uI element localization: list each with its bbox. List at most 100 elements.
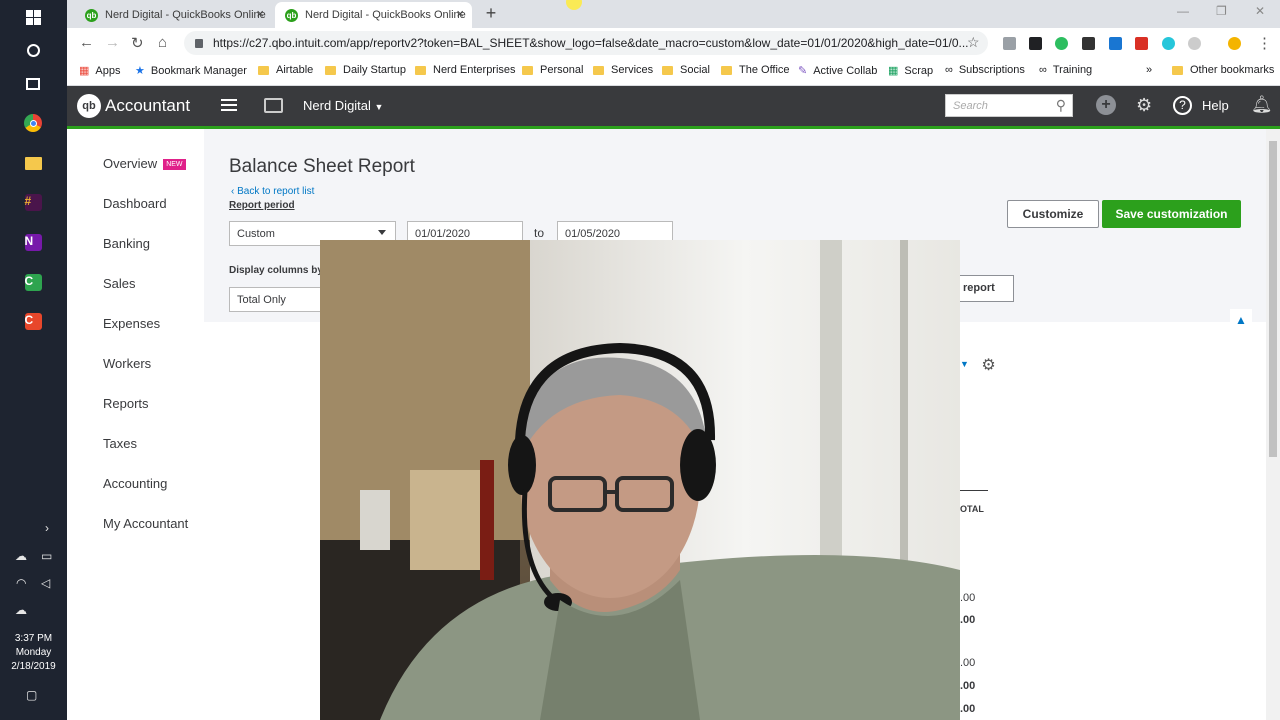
notifications-icon[interactable]: ▢ — [26, 688, 37, 702]
bookmark-training[interactable]: ∞ Training — [1039, 64, 1092, 76]
bookmark-apps[interactable]: ▦ Apps — [79, 64, 120, 78]
camtasia-recorder-icon[interactable]: C — [23, 311, 43, 331]
search-input[interactable]: Search ⚲ — [945, 94, 1073, 117]
forward-icon[interactable]: → — [105, 34, 120, 51]
cortana-icon[interactable] — [23, 40, 43, 60]
nav-taxes[interactable]: Taxes — [103, 436, 137, 451]
browser-tab-1[interactable]: qb Nerd Digital - QuickBooks Online × — [75, 2, 272, 28]
bookmark-star-icon[interactable]: ☆ — [967, 34, 980, 51]
task-view-icon[interactable] — [23, 74, 43, 94]
report-settings-gear-icon[interactable]: ⚙ — [981, 357, 995, 374]
new-tab-button[interactable]: + — [481, 4, 501, 24]
wifi-icon[interactable]: ◠ — [16, 576, 26, 590]
caret-down-icon[interactable]: ▼ — [960, 359, 969, 369]
nav-expenses[interactable]: Expenses — [103, 316, 160, 331]
chevron-left-icon: ‹ — [231, 186, 235, 197]
bookmark-subscriptions[interactable]: ∞ Subscriptions — [945, 64, 1025, 76]
bookmark-personal[interactable]: Personal — [522, 64, 583, 76]
bookmark-services[interactable]: Services — [593, 64, 653, 76]
nav-workers[interactable]: Workers — [103, 356, 151, 371]
home-icon[interactable]: ⌂ — [158, 34, 167, 51]
profile-avatar[interactable] — [1228, 37, 1241, 50]
back-icon[interactable]: ← — [79, 34, 94, 51]
amount-cell: .00 — [960, 703, 976, 715]
chevron-right-icon[interactable]: › — [45, 521, 49, 535]
search-icon[interactable]: ⚲ — [1056, 97, 1066, 114]
active-collab-icon: ✎ — [798, 65, 808, 77]
system-clock[interactable]: 3:37 PM Monday 2/18/2019 — [0, 632, 67, 674]
report-tools: ▼ ⚙ — [960, 355, 996, 375]
nav-sales[interactable]: Sales — [103, 276, 136, 291]
quickbooks-favicon-icon: qb — [285, 8, 298, 22]
bookmarks-overflow[interactable]: » — [1146, 64, 1152, 76]
nav-reports[interactable]: Reports — [103, 396, 149, 411]
chrome-menu-icon[interactable]: ⋮ — [1257, 34, 1272, 52]
onenote-icon[interactable]: N — [23, 232, 43, 252]
volume-icon[interactable]: ◁ — [41, 576, 50, 590]
select-value: Total Only — [237, 294, 286, 306]
nav-overview[interactable]: Overview NEW — [103, 156, 186, 171]
camtasia-icon[interactable]: C — [23, 272, 43, 292]
onedrive-icon[interactable]: ☁ — [15, 549, 27, 563]
briefcase-icon[interactable] — [264, 98, 283, 113]
bookmark-the-office[interactable]: The Office — [721, 64, 790, 76]
bookmark-other[interactable]: Other bookmarks — [1172, 64, 1274, 76]
customize-button[interactable]: Customize — [1007, 200, 1099, 228]
file-explorer-icon[interactable] — [23, 153, 43, 173]
cloud-upload-icon[interactable]: ☁ — [15, 603, 27, 617]
back-to-report-list-link[interactable]: ‹ Back to report list — [231, 186, 314, 197]
reload-icon[interactable]: ↻ — [131, 34, 144, 52]
folder-icon — [325, 65, 336, 75]
page-scrollbar[interactable] — [1266, 129, 1280, 720]
bookmark-active-collab[interactable]: ✎ Active Collab — [798, 64, 877, 78]
bookmark-scrap[interactable]: ▦ Scrap — [888, 64, 933, 78]
bell-icon[interactable]: 🔔︎ — [1251, 95, 1273, 115]
nav-label: Overview — [103, 156, 158, 171]
help-label[interactable]: Help — [1202, 98, 1229, 113]
windows-start-icon[interactable] — [23, 7, 43, 27]
clock-time: 3:37 PM — [14, 633, 53, 644]
evernote-extension-icon[interactable] — [1055, 37, 1068, 50]
scrollbar-thumb[interactable] — [1269, 141, 1277, 457]
chrome-icon[interactable] — [23, 113, 43, 133]
cloud-extension-icon[interactable] — [1188, 37, 1201, 50]
nav-banking[interactable]: Banking — [103, 236, 150, 251]
bookmark-airtable[interactable]: Airtable — [258, 64, 313, 76]
bookmark-label: Daily Startup — [343, 64, 406, 76]
minimize-icon[interactable]: — — [1177, 4, 1189, 18]
bookmark-daily-startup[interactable]: Daily Startup — [325, 64, 406, 76]
collapse-chevron-up-icon[interactable]: ▲ — [1230, 309, 1252, 331]
nav-accounting[interactable]: Accounting — [103, 476, 167, 491]
location-extension-icon[interactable] — [1082, 37, 1095, 50]
buffer-extension-icon[interactable] — [1029, 37, 1042, 50]
company-switcher[interactable]: Nerd Digital ▼ — [303, 98, 383, 113]
create-plus-icon[interactable]: + — [1096, 95, 1116, 115]
webcam-image — [320, 240, 960, 720]
bookmark-manager[interactable]: ★ Bookmark Manager — [135, 64, 247, 78]
windows-taskbar: # N C C › ☁ ▭ ◠ ◁ ☁ 3:37 PM Monday 2/18/… — [0, 0, 67, 720]
maximize-icon[interactable]: ❐ — [1216, 4, 1227, 18]
battery-icon[interactable]: ▭ — [41, 549, 52, 563]
close-tab-icon[interactable]: × — [456, 6, 464, 21]
left-nav: Overview NEW Dashboard Banking Sales Expe… — [67, 129, 204, 720]
close-window-icon[interactable]: ✕ — [1255, 4, 1265, 18]
extension-icon[interactable] — [1003, 37, 1016, 50]
address-bar[interactable]: https://c27.qbo.intuit.com/app/reportv2?… — [184, 31, 988, 55]
nav-my-accountant[interactable]: My Accountant — [103, 516, 188, 531]
hamburger-menu-icon[interactable] — [221, 99, 237, 111]
tab-title: Nerd Digital - QuickBooks Online — [305, 9, 466, 21]
nav-dashboard[interactable]: Dashboard — [103, 196, 167, 211]
slack-icon[interactable]: # — [23, 192, 43, 212]
puzzle-extension-icon[interactable] — [1109, 37, 1122, 50]
m-extension-icon[interactable] — [1162, 37, 1175, 50]
bookmark-social[interactable]: Social — [662, 64, 710, 76]
help-icon[interactable]: ? — [1173, 96, 1192, 115]
qb-logo[interactable]: qb — [77, 94, 101, 118]
gear-icon[interactable]: ⚙ — [1136, 95, 1152, 116]
close-tab-icon[interactable]: × — [256, 6, 264, 21]
browser-tab-2[interactable]: qb Nerd Digital - QuickBooks Online × — [275, 2, 472, 28]
glasses-icon: ∞ — [945, 64, 953, 76]
calendar-extension-icon[interactable] — [1135, 37, 1148, 50]
save-customization-button[interactable]: Save customization — [1102, 200, 1241, 228]
bookmark-nerd-enterprises[interactable]: Nerd Enterprises — [415, 64, 516, 76]
